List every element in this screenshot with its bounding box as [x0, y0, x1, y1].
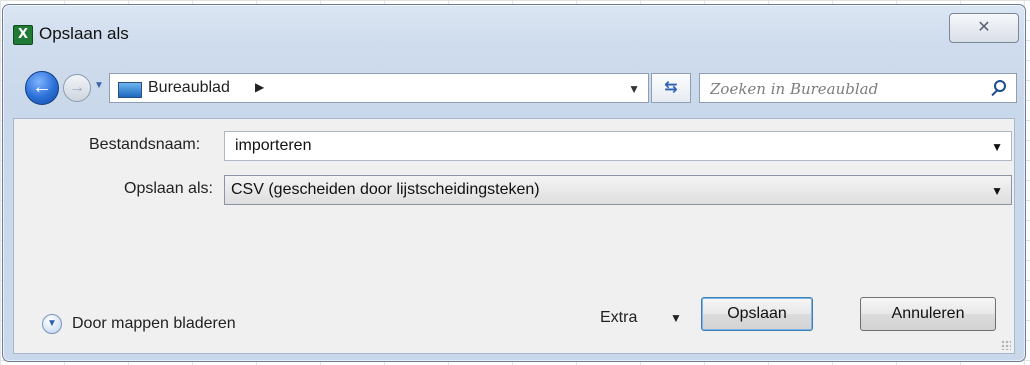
close-button[interactable]: ✕	[949, 13, 1019, 43]
save-button[interactable]: Opslaan	[701, 297, 813, 331]
save-as-dialog: X Opslaan als ✕ ← → ▼ Bureaublad ▶ ▼ ⇆ B…	[2, 4, 1026, 362]
save-type-dropdown-icon[interactable]: ▼	[991, 184, 1003, 198]
refresh-icon: ⇆	[664, 79, 678, 96]
search-input[interactable]	[708, 78, 982, 100]
filename-value[interactable]: importeren	[235, 137, 311, 155]
filename-field[interactable]: importeren ▼	[224, 131, 1012, 161]
desktop-folder-icon	[118, 82, 142, 98]
address-bar[interactable]: Bureaublad ▶ ▼	[109, 73, 649, 103]
expand-chevron-icon: ▼	[42, 314, 62, 334]
title-bar[interactable]: X Opslaan als ✕	[3, 5, 1025, 49]
recent-locations-dropdown-icon[interactable]: ▼	[94, 80, 104, 91]
resize-grip[interactable]	[1001, 340, 1011, 350]
address-dropdown-icon[interactable]: ▼	[628, 82, 640, 96]
extra-dropdown-icon: ▼	[670, 311, 682, 325]
dialog-title: Opslaan als	[39, 24, 129, 43]
save-type-label: Opslaan als:	[124, 180, 213, 197]
close-icon: ✕	[977, 19, 991, 36]
search-icon[interactable]	[994, 80, 1006, 92]
back-arrow-icon: ←	[32, 76, 52, 98]
save-type-value: CSV (gescheiden door lijstscheidingsteke…	[231, 181, 540, 198]
filename-dropdown-icon[interactable]: ▼	[991, 140, 1003, 154]
address-location[interactable]: Bureaublad	[148, 79, 230, 97]
browse-folders-label: Door mappen bladeren	[72, 315, 236, 332]
cancel-button[interactable]: Annuleren	[860, 297, 996, 331]
forward-arrow-icon: →	[69, 79, 85, 96]
filename-label: Bestandsnaam:	[89, 136, 201, 153]
breadcrumb-chevron-right-icon[interactable]: ▶	[255, 80, 264, 94]
save-type-select[interactable]: CSV (gescheiden door lijstscheidingsteke…	[224, 175, 1012, 205]
forward-button[interactable]: →	[63, 74, 91, 102]
refresh-button[interactable]: ⇆	[651, 73, 691, 103]
search-box[interactable]	[699, 73, 1017, 103]
browse-folders-toggle[interactable]: ▼ Door mappen bladeren	[42, 311, 282, 337]
extra-tools-button[interactable]: Extra ▼	[600, 305, 690, 335]
excel-icon: X	[13, 25, 33, 45]
save-options-panel: Bestandsnaam: importeren ▼ Opslaan als: …	[13, 118, 1015, 354]
back-button[interactable]: ←	[25, 71, 59, 105]
extra-label: Extra	[600, 309, 638, 326]
